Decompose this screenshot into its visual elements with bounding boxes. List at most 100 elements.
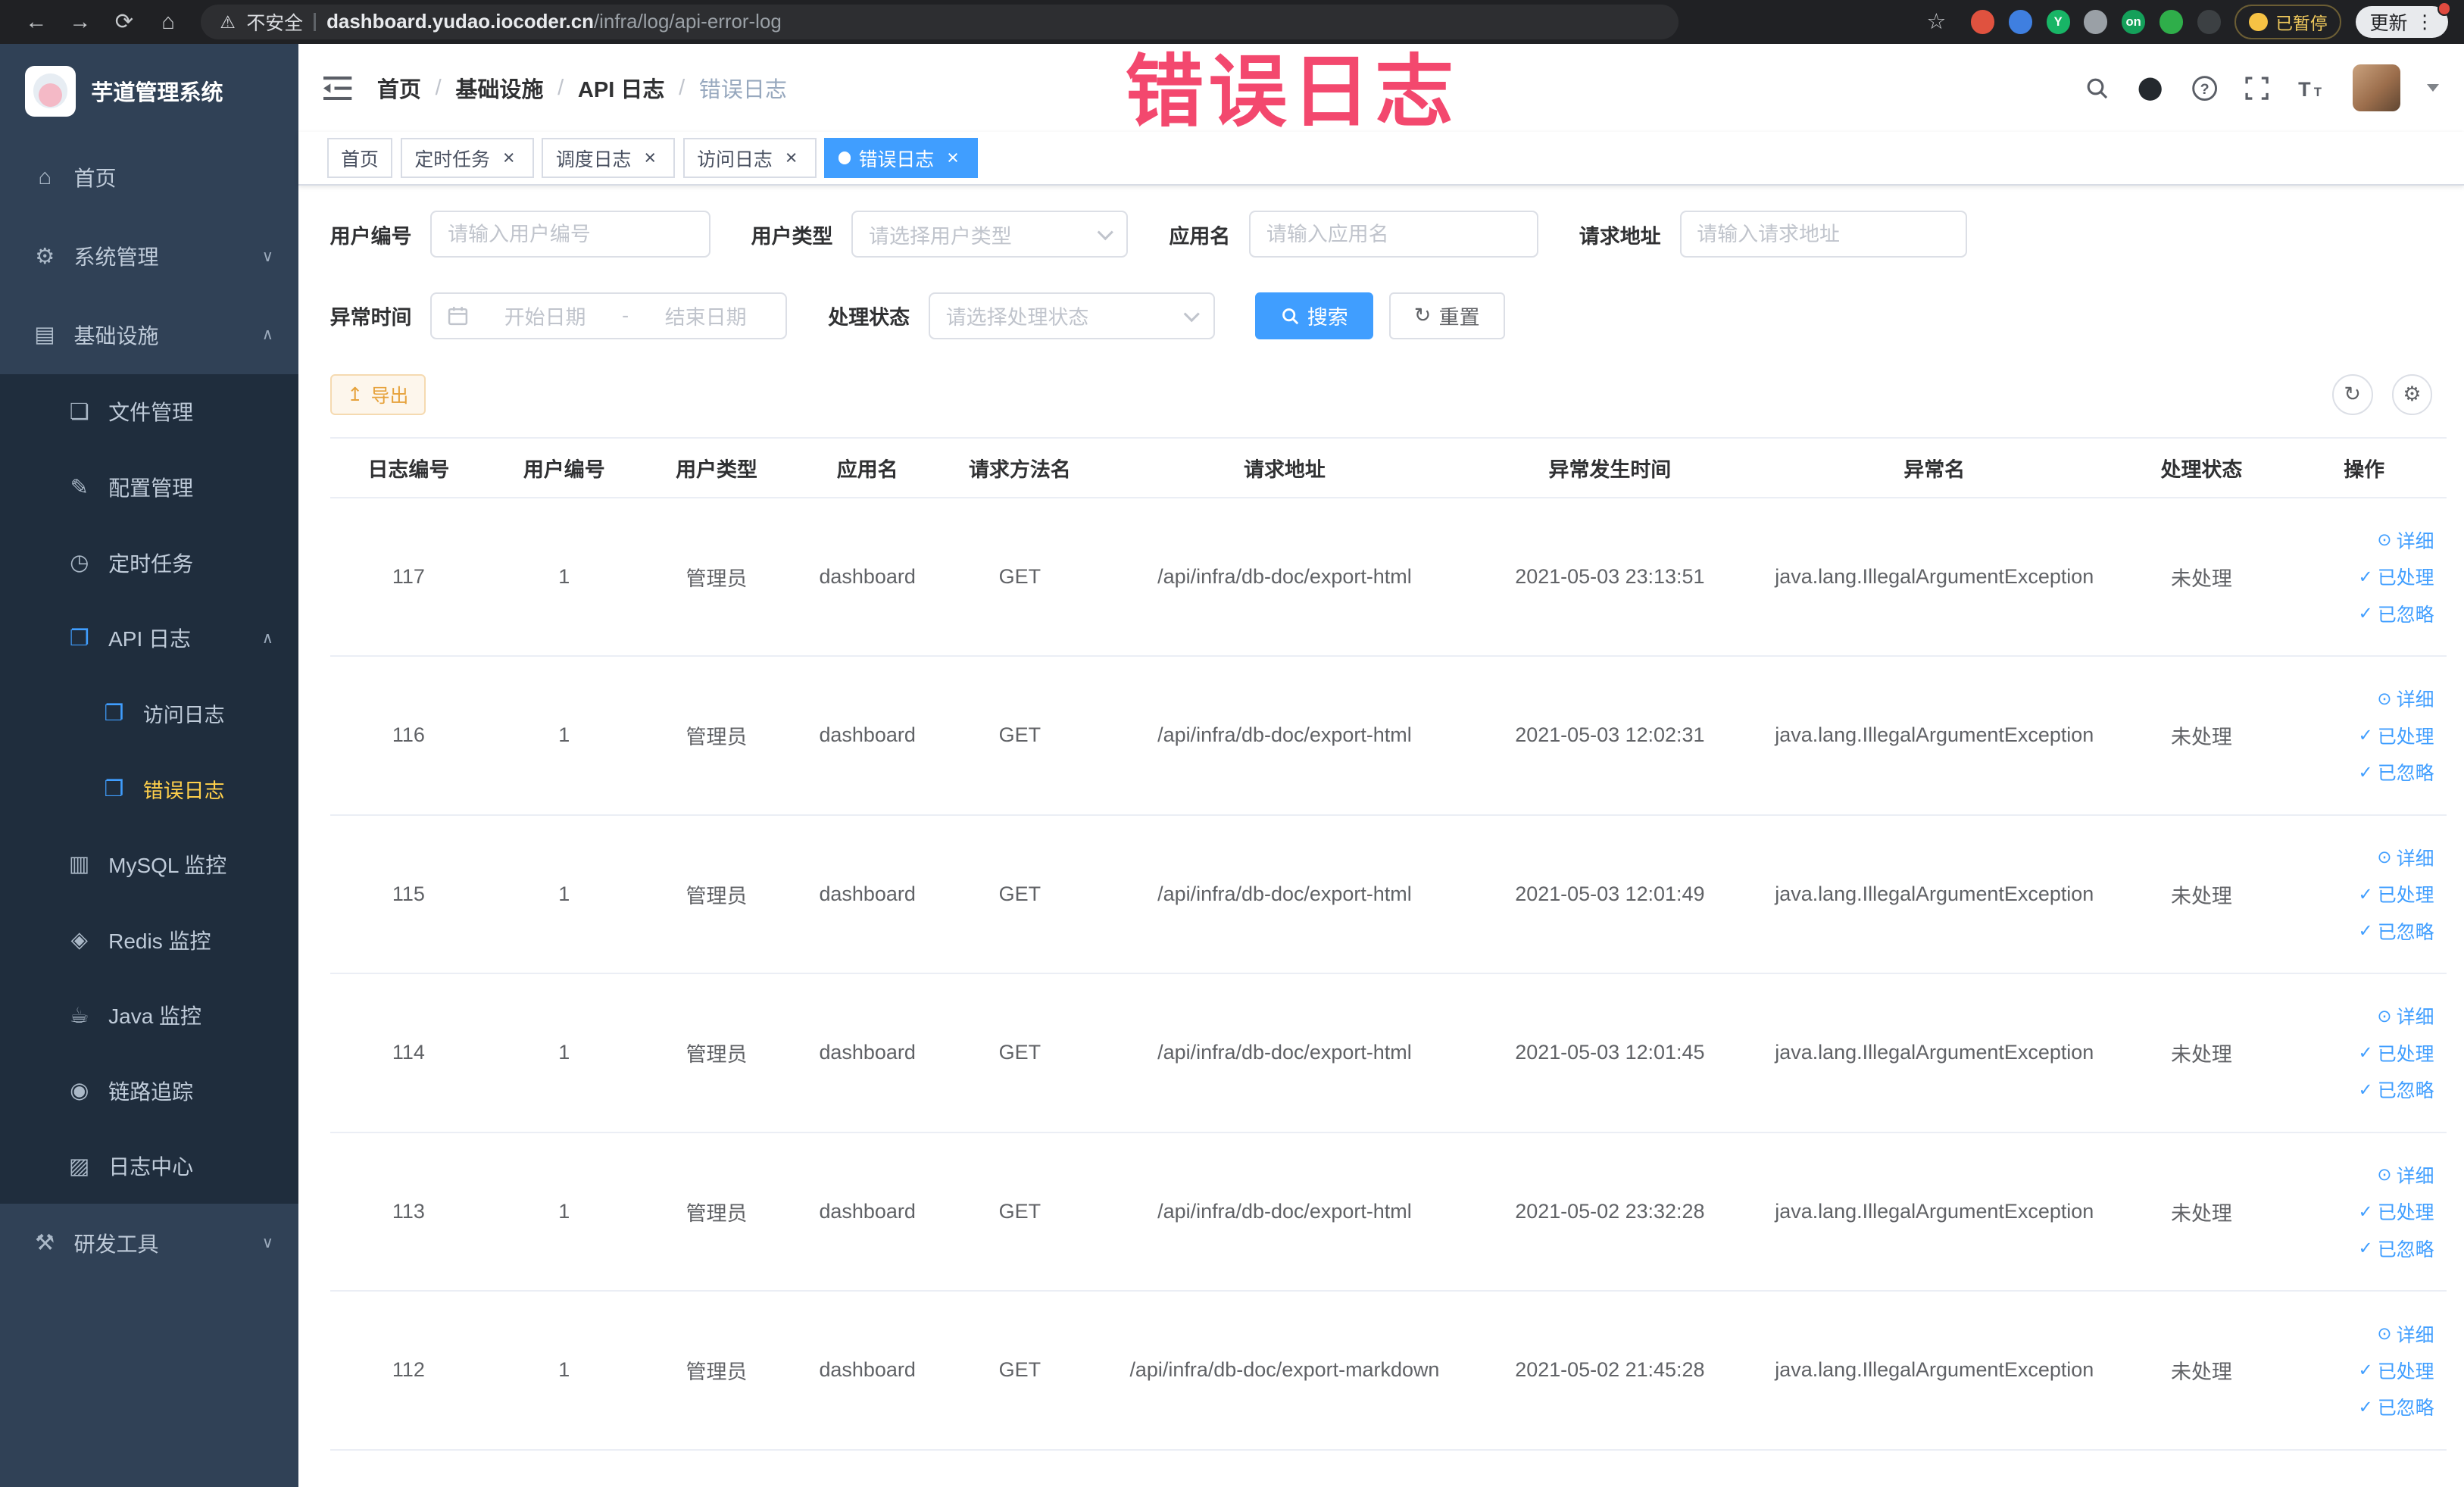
forward-icon[interactable]: → [60,0,101,44]
close-icon[interactable]: × [639,146,661,169]
detail-link[interactable]: ⊙ 详细 [2377,1320,2434,1348]
fullscreen-icon[interactable] [2244,76,2269,101]
sidebar-item[interactable]: ⚒ 研发工具 [0,1204,298,1282]
security-label[interactable]: 不安全 [246,8,303,36]
cell-exception-name: java.lang.IllegalArgumentException [1747,497,2122,658]
mark-processed-link[interactable]: ✓ 已处理 [2359,563,2434,590]
sidebar-item[interactable]: ▤ 基础设施 [0,295,298,374]
tab[interactable]: 调度日志 × [542,137,676,179]
avatar[interactable] [2353,64,2400,112]
close-icon[interactable]: × [942,146,964,169]
user-type-label: 用户类型 [751,224,833,248]
extension-icon[interactable] [2008,10,2032,34]
sidebar-item[interactable]: ✎ 配置管理 [0,449,299,525]
bookmark-star-icon[interactable]: ☆ [1916,0,1957,44]
sidebar-item[interactable]: ◷ 定时任务 [0,524,299,601]
detail-link[interactable]: ⊙ 详细 [2377,844,2434,871]
date-range-picker[interactable]: 开始日期 - 结束日期 [430,292,788,340]
detail-link[interactable]: ⊙ 详细 [2377,1002,2434,1029]
mark-ignored-link[interactable]: ✓ 已忽略 [2359,758,2434,786]
sidebar-item[interactable]: ▨ 日志中心 [0,1128,299,1204]
sidebar-item[interactable]: ❐ API 日志 [0,600,299,676]
svg-text:?: ? [2200,80,2209,97]
sidebar: 芋道管理系统 ⌂ 首页 ⚙ 系统管理 ▤ 基础设施 [0,44,299,1487]
extension-icon[interactable] [2197,10,2221,34]
app-name-input[interactable] [1266,222,1522,246]
help-icon[interactable]: ? [2191,75,2218,102]
sidebar-item-label: 链路追踪 [108,1079,194,1104]
tab[interactable]: 定时任务 × [400,137,534,179]
sidebar-item[interactable]: ❏ 文件管理 [0,373,299,450]
extension-icon[interactable] [2084,10,2108,34]
mark-ignored-link[interactable]: ✓ 已忽略 [2359,1235,2434,1262]
tab[interactable]: 首页 × [326,137,393,179]
github-icon[interactable] [2136,74,2164,102]
mark-processed-link[interactable]: ✓ 已处理 [2359,1198,2434,1225]
request-url-input[interactable] [1697,222,1950,246]
sidebar-item[interactable]: ❐ 访问日志 [0,676,299,751]
mark-processed-link[interactable]: ✓ 已处理 [2359,722,2434,749]
caret-down-icon[interactable] [2426,84,2439,92]
close-icon[interactable]: × [498,146,520,169]
mark-processed-link[interactable]: ✓ 已处理 [2359,1039,2434,1067]
mark-ignored-link[interactable]: ✓ 已忽略 [2359,1076,2434,1103]
user-type-select[interactable]: 请选择用户类型 [851,210,1129,258]
menu-icon: ◉ [70,1079,89,1104]
kebab-menu-icon[interactable]: ⋮ [2416,11,2434,33]
extension-icon[interactable] [1971,10,1995,34]
update-button[interactable]: 更新 ⋮ [2355,2,2452,38]
search-button[interactable]: 搜索 [1255,292,1373,340]
mark-processed-link[interactable]: ✓ 已处理 [2359,880,2434,908]
mark-ignored-link[interactable]: ✓ 已忽略 [2359,1393,2434,1420]
process-status-select[interactable]: 请选择处理状态 [928,292,1215,340]
breadcrumb-item[interactable]: 首页 [377,72,421,104]
sidebar-item[interactable]: ◈ Redis 监控 [0,901,299,978]
mark-ignored-link[interactable]: ✓ 已忽略 [2359,600,2434,627]
tab[interactable]: 访问日志 × [682,137,817,179]
sidebar-item-label: 日志中心 [108,1155,194,1179]
tab[interactable]: 错误日志 × [824,137,979,179]
paused-badge[interactable]: 已暂停 [2234,5,2342,39]
search-icon [1281,307,1300,326]
tags-view: 首页 × 定时任务 × 调度日志 × 访问日志 [298,132,2464,186]
sidebar-item[interactable]: ☕ Java 监控 [0,977,299,1053]
sidebar-item[interactable]: ◉ 链路追踪 [0,1052,299,1129]
menu-icon: ◷ [70,551,89,576]
extension-icon[interactable]: on [2122,10,2146,34]
table-row: 115 1 管理员 dashboard GET /api/infra/db-do… [329,814,2447,975]
back-icon[interactable]: ← [16,0,57,44]
extension-icon[interactable] [2159,10,2183,34]
sidebar-toggle-icon[interactable] [323,76,352,100]
refresh-table-icon[interactable]: ↻ [2331,373,2373,415]
export-button[interactable]: ↥ 导出 [329,373,426,415]
app-logo[interactable]: 芋道管理系统 [0,44,298,138]
search-icon[interactable] [2085,76,2110,101]
address-bar[interactable]: ⚠ 不安全 dashboard.yudao.iocoder.cn/infra/l… [201,5,1679,39]
reset-button[interactable]: ↻ 重置 [1388,292,1505,340]
tab-label: 定时任务 [414,148,490,170]
detail-link[interactable]: ⊙ 详细 [2377,1161,2434,1189]
sidebar-item[interactable]: ❐ 错误日志 [0,751,299,827]
sidebar-item[interactable]: ⌂ 首页 [0,139,298,217]
smiley-icon [2248,12,2268,32]
mark-processed-link[interactable]: ✓ 已处理 [2359,1357,2434,1384]
sidebar-item[interactable]: ⚙ 系统管理 [0,217,298,295]
column-settings-icon[interactable]: ⚙ [2391,373,2433,415]
detail-link[interactable]: ⊙ 详细 [2377,526,2434,554]
browser-home-icon[interactable]: ⌂ [148,0,189,44]
reload-icon[interactable]: ⟳ [104,0,145,44]
detail-link[interactable]: ⊙ 详细 [2377,685,2434,712]
breadcrumb-separator: / [435,75,442,100]
menu-icon: ❐ [69,626,89,651]
breadcrumb-item[interactable]: 基础设施 [455,72,543,104]
sidebar-item[interactable]: ▥ MySQL 监控 [0,826,299,902]
font-size-icon[interactable]: TT [2297,76,2326,101]
user-id-input[interactable] [448,222,693,246]
extension-icon[interactable]: Y [2046,10,2070,34]
mark-ignored-link[interactable]: ✓ 已忽略 [2359,917,2434,945]
breadcrumb-item[interactable]: 错误日志 [699,72,787,104]
breadcrumb-item[interactable]: API 日志 [578,72,665,104]
close-icon[interactable]: × [780,146,802,169]
cell-app-name: dashboard [792,1132,943,1292]
column-header-method: 请求方法名 [942,436,1098,498]
